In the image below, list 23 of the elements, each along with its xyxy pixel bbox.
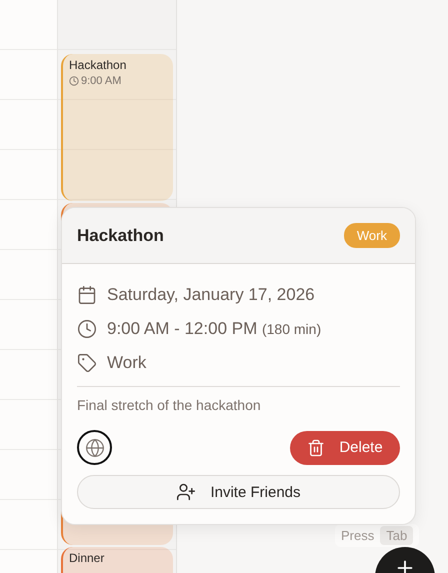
calendar-event[interactable]: Hackathon 9:00 AM (61, 54, 173, 201)
delete-button[interactable]: Delete (290, 430, 400, 464)
hint-text: Press (341, 528, 374, 543)
event-date: Saturday, January 17, 2026 (107, 285, 315, 305)
calendar-icon (77, 285, 97, 305)
event-tag: Work (107, 353, 146, 373)
invite-friends-button[interactable]: Invite Friends (77, 475, 400, 509)
event-description: Final stretch of the hackathon (77, 397, 262, 413)
clock-icon (77, 319, 97, 339)
add-user-icon (176, 482, 196, 502)
event-time: 9:00 AM - 12:00 PM (180 min) (107, 319, 322, 339)
calendar-event[interactable]: Dinner (61, 547, 173, 573)
event-title: Dinner (69, 551, 106, 565)
category-badge: Work (344, 223, 400, 248)
event-title: Hackathon (77, 226, 164, 246)
clock-icon (69, 76, 79, 86)
globe-button[interactable] (77, 430, 112, 465)
trash-icon (307, 438, 326, 456)
event-time: 9:00 AM (81, 75, 122, 87)
tag-icon (77, 353, 97, 373)
event-title: Hackathon (69, 58, 128, 72)
globe-icon (84, 438, 104, 458)
key-label: Tab (380, 526, 414, 545)
